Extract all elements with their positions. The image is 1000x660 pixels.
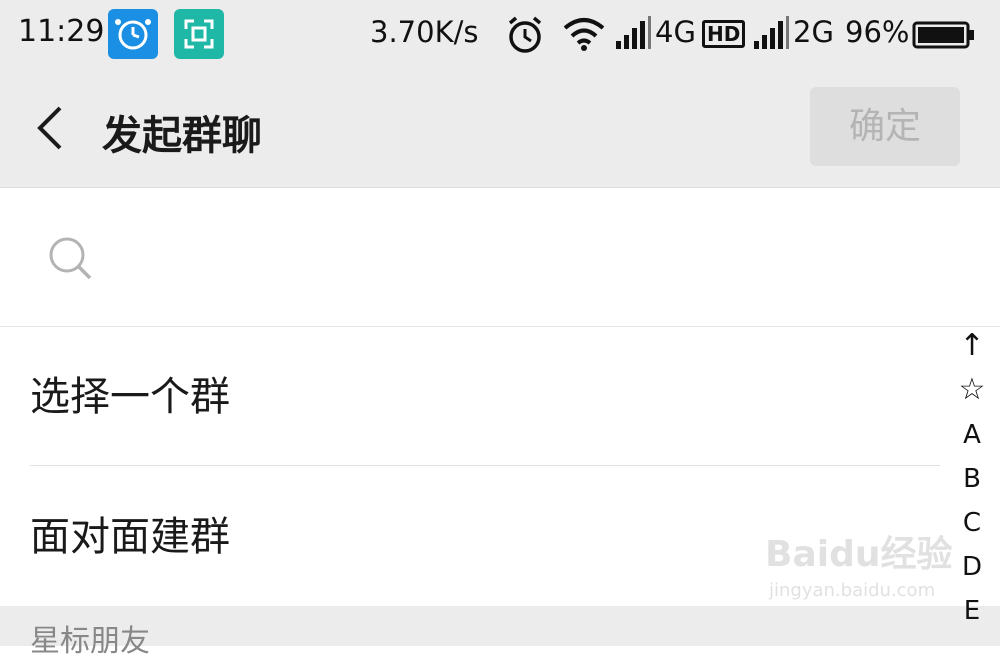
network-4g-label: 4G bbox=[655, 15, 696, 49]
battery-icon bbox=[912, 21, 974, 49]
screenshot-app-badge bbox=[174, 9, 224, 59]
network-2g-label: 2G bbox=[793, 15, 834, 49]
list-item-select-group[interactable]: 选择一个群 bbox=[0, 328, 940, 466]
index-item-a[interactable]: A bbox=[950, 420, 994, 450]
alarm-app-badge bbox=[108, 9, 158, 59]
search-bar bbox=[0, 188, 1000, 327]
back-button[interactable] bbox=[28, 100, 68, 156]
chevron-left-icon bbox=[37, 106, 62, 150]
status-bar: 11:29 3.70K/s 4G HD 2G 96% bbox=[0, 0, 1000, 70]
page-title: 发起群聊 bbox=[102, 113, 262, 159]
scan-frame-icon bbox=[184, 19, 214, 49]
hd-badge: HD bbox=[702, 20, 746, 48]
watermark-sub-text: jingyan.baidu.com bbox=[769, 580, 936, 601]
list-item-label: 选择一个群 bbox=[30, 374, 230, 420]
baidu-watermark: Baidu经验 jingyan.baidu.com bbox=[765, 525, 955, 610]
search-input[interactable] bbox=[110, 228, 934, 290]
watermark-main-text: Baidu经验 bbox=[765, 534, 953, 575]
signal-2g-icon bbox=[754, 16, 789, 49]
index-item-top[interactable]: ↑ bbox=[950, 328, 994, 363]
signal-4g-icon bbox=[616, 16, 651, 49]
network-speed: 3.70K/s bbox=[370, 15, 479, 49]
search-icon bbox=[49, 237, 92, 280]
index-item-e[interactable]: E bbox=[950, 596, 994, 626]
list-item-label: 面对面建群 bbox=[30, 514, 230, 560]
section-header-starred: 星标朋友 bbox=[0, 606, 1000, 659]
index-item-b[interactable]: B bbox=[950, 464, 994, 494]
alarm-clock-icon bbox=[115, 19, 151, 50]
alarm-icon bbox=[508, 16, 542, 53]
index-item-star[interactable]: ☆ bbox=[950, 372, 994, 407]
status-time: 11:29 bbox=[18, 14, 105, 49]
wifi-icon bbox=[563, 18, 605, 51]
section-header-label: 星标朋友 bbox=[30, 624, 150, 659]
list-divider bbox=[30, 465, 940, 466]
battery-percent: 96% bbox=[845, 15, 910, 49]
title-bar: 发起群聊 确定 bbox=[0, 70, 1000, 188]
confirm-button[interactable]: 确定 bbox=[810, 87, 960, 166]
index-item-c[interactable]: C bbox=[950, 508, 994, 538]
index-item-d[interactable]: D bbox=[950, 552, 994, 582]
